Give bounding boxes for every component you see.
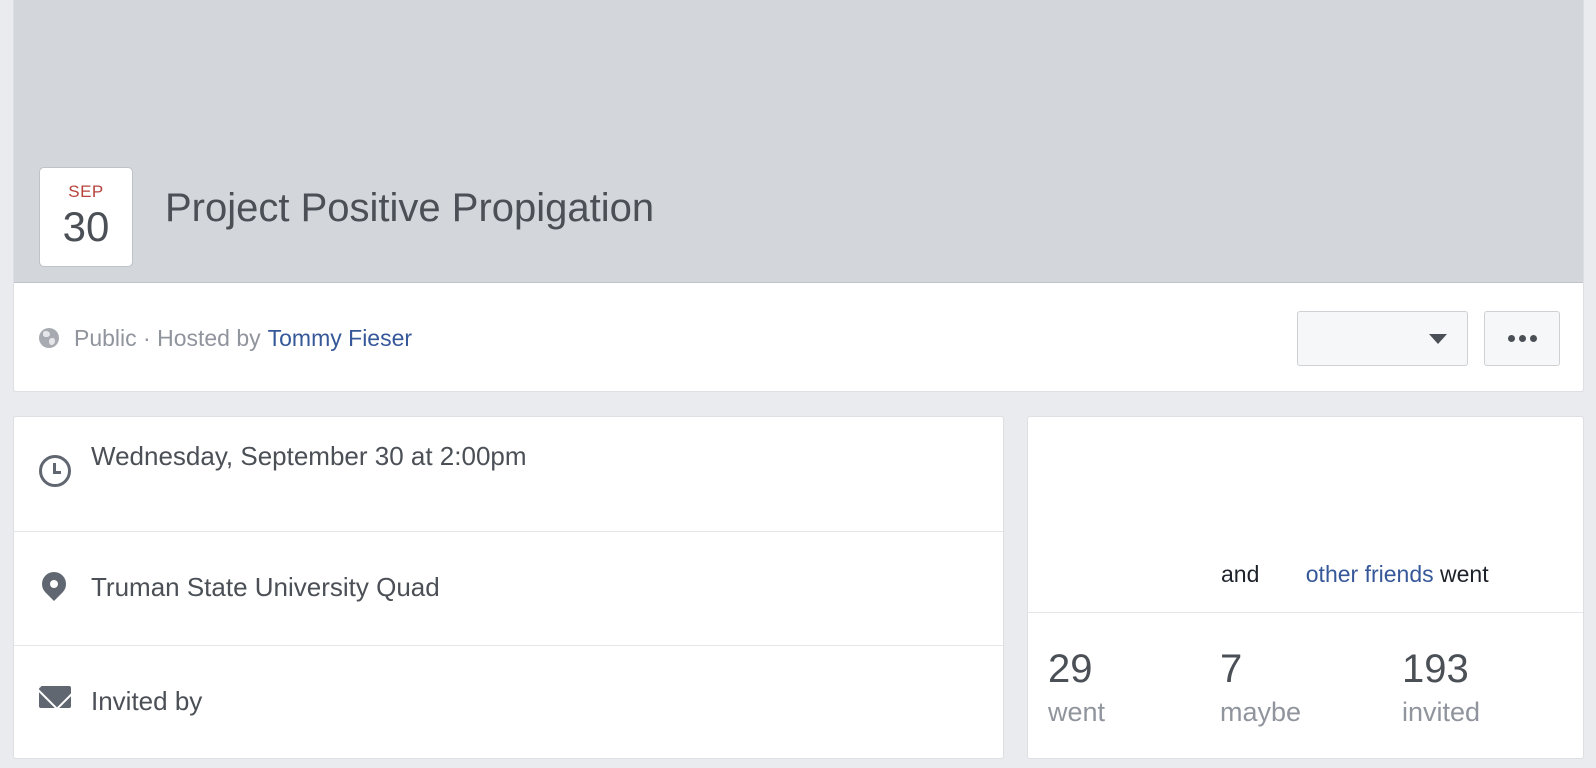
date-badge: SEP 30 <box>39 167 133 267</box>
date-day: 30 <box>62 203 110 250</box>
invited-label: invited <box>1402 697 1481 727</box>
event-location[interactable]: Truman State University Quad <box>91 572 440 603</box>
stat-maybe[interactable]: 7 maybe <box>1220 647 1301 728</box>
maybe-label: maybe <box>1220 697 1302 727</box>
more-dot-icon <box>1518 335 1526 342</box>
event-details-card: Wednesday, September 30 at 2:00pm Truman… <box>13 416 1004 759</box>
divider <box>1028 612 1583 613</box>
other-friends-link[interactable]: other friends <box>1306 561 1434 587</box>
event-location-row[interactable]: Truman State University Quad <box>14 531 1003 645</box>
maybe-count: 7 <box>1220 647 1243 691</box>
went-count: 29 <box>1048 647 1093 691</box>
host-link[interactable]: Tommy Fieser <box>268 325 412 352</box>
date-month: SEP <box>68 182 104 201</box>
more-options-button[interactable] <box>1484 311 1560 366</box>
globe-icon <box>39 328 59 348</box>
location-pin-icon <box>37 567 71 601</box>
guest-stats-card: and other friends went 29 went 7 maybe 1… <box>1027 416 1584 759</box>
clock-icon <box>39 455 71 487</box>
friends-went-text: went <box>1440 561 1489 587</box>
cover-photo <box>14 0 1583 283</box>
event-time-row: Wednesday, September 30 at 2:00pm <box>14 417 1003 531</box>
caret-down-icon <box>1429 334 1447 344</box>
rsvp-dropdown[interactable] <box>1297 311 1468 366</box>
event-title: Project Positive Propigation <box>165 186 655 230</box>
privacy-text: Public · Hosted by <box>74 324 261 351</box>
more-dot-icon <box>1529 335 1537 342</box>
friends-and-text: and <box>1221 561 1260 587</box>
invited-by-row: Invited by <box>14 645 1003 759</box>
envelope-icon <box>39 686 71 708</box>
stat-went[interactable]: 29 went <box>1048 647 1105 728</box>
event-header-card: SEP 30 Project Positive Propigation Publ… <box>13 0 1584 392</box>
more-dot-icon <box>1507 335 1515 342</box>
event-info-row: Public · Hosted by Tommy Fieser <box>39 323 412 353</box>
event-time: Wednesday, September 30 at 2:00pm <box>91 441 527 471</box>
friends-went-line: and other friends went <box>1221 561 1489 588</box>
went-label: went <box>1048 697 1106 727</box>
invited-by-text: Invited by <box>91 686 203 716</box>
invited-count: 193 <box>1402 647 1469 691</box>
stat-invited[interactable]: 193 invited <box>1402 647 1480 728</box>
